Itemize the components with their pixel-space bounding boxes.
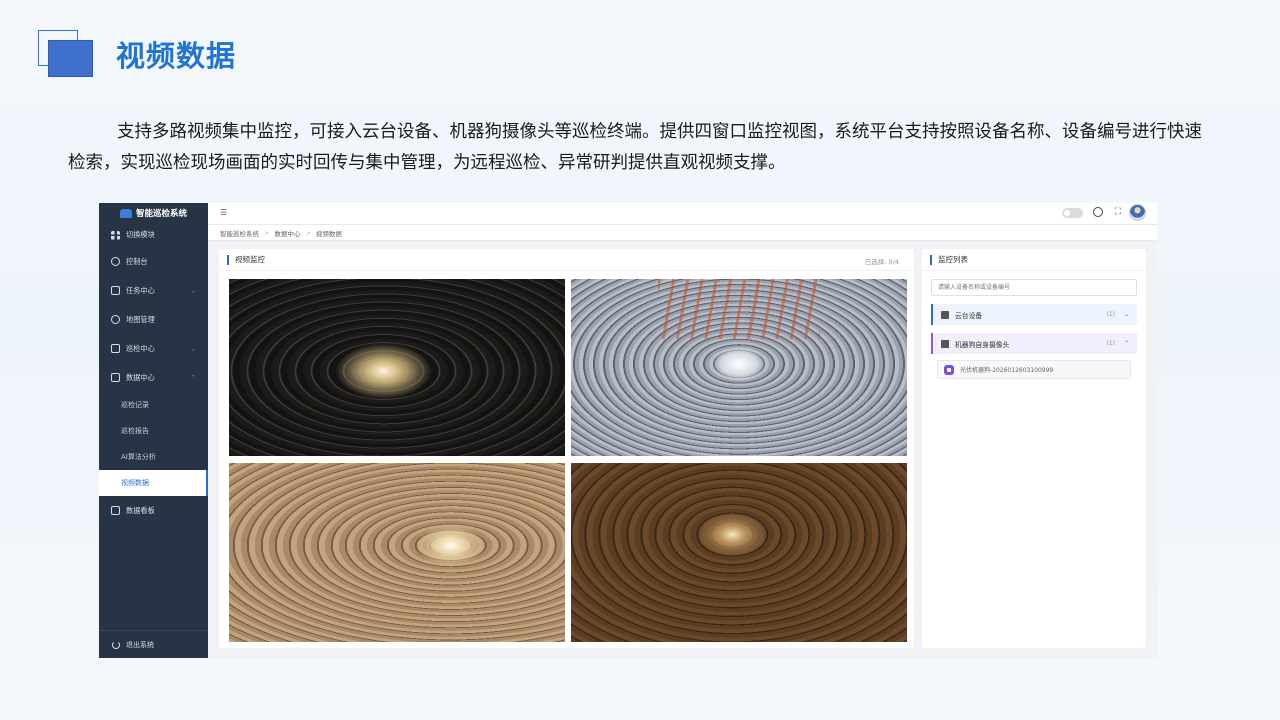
device-search-input[interactable] xyxy=(931,279,1137,296)
video-monitor-panel: 视频监控 已选择: 0/4 xyxy=(219,249,914,648)
group-count: (1) xyxy=(1106,311,1116,318)
sidebar-subitem-inspection-records[interactable]: 巡检记录 xyxy=(99,392,208,418)
breadcrumb-item: 视频数据 xyxy=(315,229,342,238)
sidebar-item-label: 切换模块 xyxy=(126,230,155,239)
sidebar-item-task-center[interactable]: 任务中心 ⌄ xyxy=(99,276,208,305)
cable-tray-highlight xyxy=(658,279,820,340)
topbar: ☰ ⛶ xyxy=(208,203,1157,225)
slide-title: 视频数据 xyxy=(116,39,237,73)
map-icon xyxy=(111,315,120,324)
camera-icon xyxy=(941,310,949,319)
calendar-icon xyxy=(111,286,120,295)
breadcrumb-item[interactable]: 数据中心 xyxy=(274,228,300,238)
sidebar-item-map[interactable]: 地图管理 xyxy=(99,305,208,334)
chevron-down-icon: ⌄ xyxy=(1123,311,1129,318)
sidebar-item-data-center[interactable]: 数据中心 ⌃ xyxy=(99,363,208,392)
logout-label: 退出系统 xyxy=(126,640,154,649)
theme-toggle[interactable] xyxy=(1062,208,1083,218)
robot-logo-icon xyxy=(119,208,132,218)
globe-icon[interactable] xyxy=(1093,207,1103,217)
group-ptz-devices[interactable]: 云台设备 (1) ⌄ xyxy=(931,304,1137,325)
sidebar: 智能巡检系统 切换模块 控制台 任务中心 ⌄ 地图管理 巡检中心 ⌄ 数据中心 … xyxy=(99,203,208,658)
sidebar-item-inspection-center[interactable]: 巡检中心 ⌄ xyxy=(99,334,208,363)
brand-name: 智能巡检系统 xyxy=(135,209,187,219)
monitor-icon xyxy=(111,506,120,515)
device-label: 光伏机器狗-2026012603100999 xyxy=(960,367,1054,374)
video-tile-2[interactable] xyxy=(571,279,907,456)
list-icon xyxy=(111,344,120,353)
sidebar-item-label: 控制台 xyxy=(126,256,148,266)
video-tile-1[interactable] xyxy=(229,279,565,456)
panel-title: 监控列表 xyxy=(922,249,1146,271)
chevron-down-icon: ⌄ xyxy=(190,345,196,352)
video-tile-3[interactable] xyxy=(229,463,565,642)
dashboard-icon xyxy=(111,257,120,266)
monitor-list-panel: 监控列表 云台设备 (1) ⌄ 机器狗自身摄像头 (1) ⌃ 光伏机器狗-202… xyxy=(922,249,1146,648)
chevron-down-icon: ⌄ xyxy=(190,287,196,294)
chart-icon xyxy=(111,373,120,382)
chevron-up-icon: ⌃ xyxy=(190,374,196,381)
grid-icon xyxy=(111,230,120,240)
sidebar-item-data-board[interactable]: 数据看板 xyxy=(99,496,208,525)
video-tile-4[interactable] xyxy=(571,463,907,642)
group-label: 机器狗自身摄像头 xyxy=(955,340,1010,349)
sidebar-subitem-inspection-reports[interactable]: 巡检报告 xyxy=(99,418,208,444)
selection-count: 已选择: 0/4 xyxy=(864,258,899,266)
device-item[interactable]: 光伏机器狗-2026012603100999 xyxy=(937,360,1131,379)
power-icon xyxy=(112,640,120,649)
robot-dog-icon xyxy=(941,339,949,348)
slide-description: 支持多路视频集中监控，可接入云台设备、机器狗摄像头等巡检终端。提供四窗口监控视图… xyxy=(68,122,1202,173)
sidebar-item-switch-module[interactable]: 切换模块 xyxy=(99,223,208,247)
sidebar-item-label: 任务中心 xyxy=(126,285,155,295)
fullscreen-icon[interactable]: ⛶ xyxy=(1115,207,1121,217)
sidebar-item-label: 数据看板 xyxy=(126,505,155,515)
sidebar-item-label: 巡检中心 xyxy=(126,343,155,353)
breadcrumb-separator: > xyxy=(264,228,270,237)
breadcrumb: 智能巡检系统 > 数据中心 > 视频数据 xyxy=(208,225,1157,241)
sidebar-subitem-video-data[interactable]: 视频数据 xyxy=(99,470,208,496)
group-label: 云台设备 xyxy=(955,311,983,320)
avatar[interactable] xyxy=(1129,204,1146,221)
logout-button[interactable]: 退出系统 xyxy=(99,630,208,658)
sidebar-item-label: 数据中心 xyxy=(126,372,155,382)
menu-icon[interactable]: ☰ xyxy=(220,208,227,217)
sidebar-item-label: 地图管理 xyxy=(126,314,155,324)
decor-filled-square xyxy=(48,40,93,77)
sidebar-item-console[interactable]: 控制台 xyxy=(99,247,208,276)
breadcrumb-item[interactable]: 智能巡检系统 xyxy=(220,228,259,238)
chevron-up-icon: ⌃ xyxy=(1123,340,1129,347)
panel-title: 视频监控 xyxy=(219,249,914,271)
sidebar-subitem-ai-analysis[interactable]: AI算法分析 xyxy=(99,444,208,470)
device-camera-icon xyxy=(944,364,954,375)
group-robot-dog-cameras[interactable]: 机器狗自身摄像头 (1) ⌃ xyxy=(931,333,1137,354)
brand: 智能巡检系统 xyxy=(99,203,208,223)
app-screenshot: 智能巡检系统 切换模块 控制台 任务中心 ⌄ 地图管理 巡检中心 ⌄ 数据中心 … xyxy=(99,203,1157,658)
breadcrumb-separator: > xyxy=(305,228,311,237)
group-count: (1) xyxy=(1106,340,1116,347)
